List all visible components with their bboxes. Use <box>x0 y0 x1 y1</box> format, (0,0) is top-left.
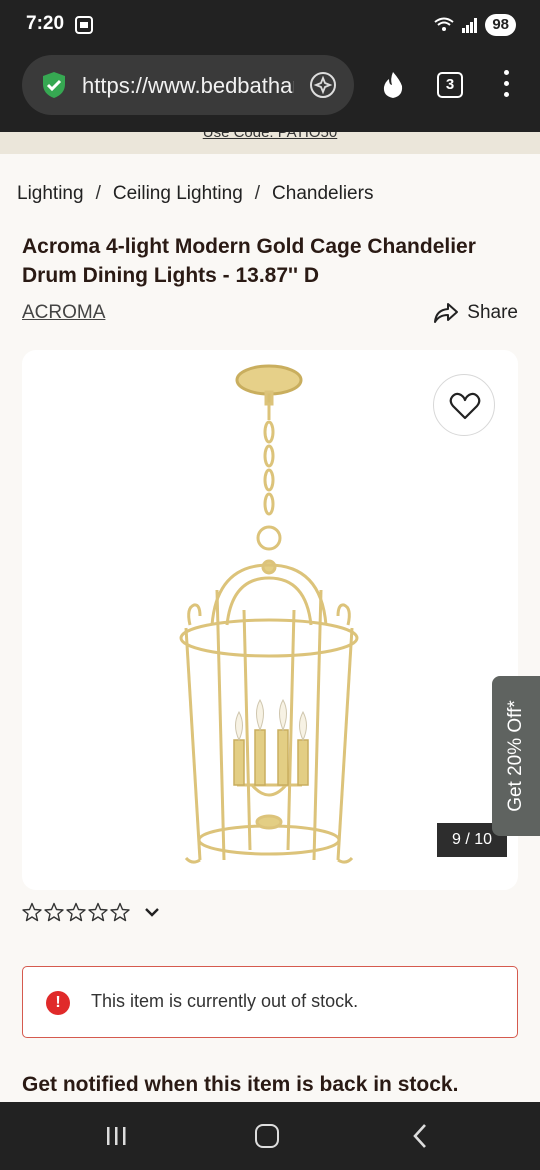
fire-icon[interactable] <box>378 70 408 100</box>
breadcrumb-item-chandeliers[interactable]: Chandeliers <box>272 183 373 205</box>
product-image-gallery[interactable]: 9 / 10 <box>22 350 518 890</box>
product-title: Acroma 4-light Modern Gold Cage Chandeli… <box>22 235 476 287</box>
status-bar: 7:20 98 <box>0 0 540 50</box>
share-icon <box>434 303 459 323</box>
star-empty-icon <box>88 902 108 922</box>
breadcrumb-item-lighting[interactable]: Lighting <box>17 183 84 205</box>
recent-apps-icon[interactable] <box>104 1124 128 1148</box>
brand-link[interactable]: ACROMA <box>22 302 105 324</box>
discount-side-tab-label[interactable]: Get 20% Off* <box>505 700 527 812</box>
signal-icon <box>462 18 478 33</box>
overflow-menu-icon[interactable] <box>500 70 512 100</box>
status-time: 7:20 <box>26 13 65 34</box>
system-navigation-bar <box>0 1102 540 1170</box>
error-icon: ! <box>46 991 70 1015</box>
discount-side-tab[interactable]: Get 20% Off* <box>492 676 540 836</box>
breadcrumb-item-ceiling-lighting[interactable]: Ceiling Lighting <box>113 183 243 205</box>
star-empty-icon <box>66 902 86 922</box>
promo-code-text[interactable]: Use Code: PATIO50 <box>0 132 540 141</box>
product-image <box>179 364 359 864</box>
star-empty-icon <box>110 902 130 922</box>
home-icon[interactable] <box>255 1124 279 1148</box>
browser-toolbar: https://www.bedbathandbeyond.com 3 <box>0 50 540 132</box>
star-empty-icon <box>44 902 64 922</box>
url-text[interactable]: https://www.bedbathandbeyond.com <box>82 73 294 99</box>
share-button[interactable]: Share <box>433 302 518 324</box>
battery-level: 98 <box>485 14 516 36</box>
promo-banner[interactable]: Use Code: PATIO50 <box>0 132 540 154</box>
screenshot-icon <box>75 16 93 34</box>
back-in-stock-heading: Get notified when this item is back in s… <box>22 1073 459 1096</box>
back-icon[interactable] <box>410 1122 430 1150</box>
out-of-stock-alert: ! This item is currently out of stock. <box>22 966 518 1038</box>
breadcrumb-separator: / <box>95 183 101 204</box>
alert-text: This item is currently out of stock. <box>91 991 359 1011</box>
address-bar[interactable]: https://www.bedbathandbeyond.com <box>22 55 354 115</box>
breadcrumb-separator: / <box>254 183 261 204</box>
star-empty-icon <box>22 902 42 922</box>
share-label: Share <box>467 302 518 323</box>
shield-check-icon <box>43 72 65 98</box>
heart-icon <box>449 392 481 420</box>
wifi-icon <box>434 17 454 31</box>
tab-switcher-button[interactable]: 3 <box>437 72 463 98</box>
assistant-icon[interactable] <box>308 70 338 100</box>
wishlist-button[interactable] <box>433 374 495 436</box>
rating-stars[interactable] <box>22 902 160 922</box>
chevron-down-icon[interactable] <box>144 906 160 918</box>
breadcrumb: Lighting / Ceiling Lighting / Chandelier… <box>17 183 373 205</box>
